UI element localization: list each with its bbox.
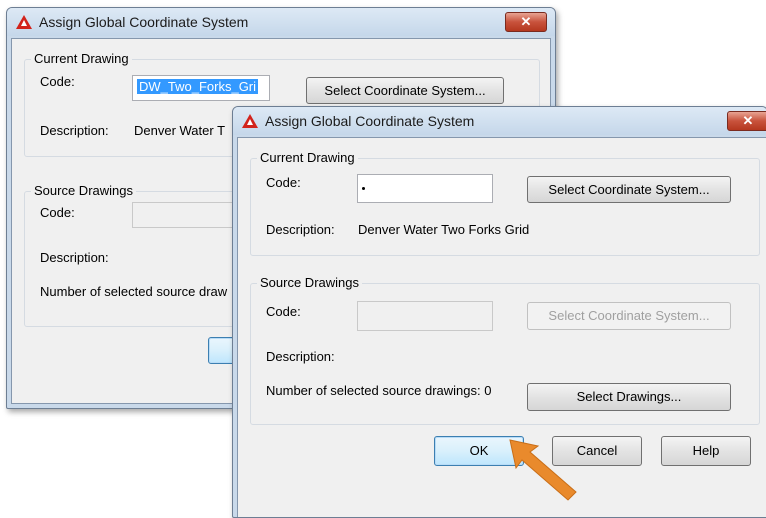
back-source-code-label: Code: [40,205,75,220]
back-select-coordinate-system-button[interactable]: Select Coordinate System... [306,77,504,104]
front-source-code-field[interactable] [357,301,493,331]
back-code-selected-text: DW_Two_Forks_Gri [137,79,259,94]
front-source-description-label: Description: [266,349,335,364]
callout-arrow-icon [509,439,577,501]
front-dialog-window: Assign Global Coordinate System ✕ Curren… [232,106,766,518]
back-description-value: Denver Water T [134,123,226,138]
front-description-value: Denver Water Two Forks Grid [358,222,530,237]
back-source-drawings-legend: Source Drawings [31,183,136,198]
front-source-count-label: Number of selected source drawings: 0 [266,383,492,398]
front-current-drawing-legend: Current Drawing [257,150,358,165]
front-dialog-titlebar[interactable]: Assign Global Coordinate System [233,107,766,135]
back-code-label: Code: [40,74,75,89]
back-description-label: Description: [40,123,109,138]
back-source-count-label: Number of selected source draw [40,284,228,299]
front-dialog-title: Assign Global Coordinate System [265,113,475,129]
autocad-logo-icon [16,15,32,29]
front-source-select-coordinate-system-button[interactable]: Select Coordinate System... [527,302,731,330]
back-current-drawing-legend: Current Drawing [31,51,132,66]
back-dialog-titlebar[interactable]: Assign Global Coordinate System [7,8,555,36]
front-select-coordinate-system-button[interactable]: Select Coordinate System... [527,176,731,203]
autocad-logo-icon [242,114,258,128]
select-drawings-button[interactable]: Select Drawings... [527,383,731,411]
back-dialog-close-button[interactable]: ✕ [505,12,547,32]
text-cursor-icon [362,187,365,190]
back-code-field[interactable]: DW_Two_Forks_Gri [132,75,270,101]
back-dialog-title: Assign Global Coordinate System [39,14,249,30]
back-source-description-label: Description: [40,250,109,265]
front-current-drawing-group: Current Drawing [250,150,760,256]
front-source-code-label: Code: [266,304,301,319]
front-dialog-close-button[interactable]: ✕ [727,111,766,131]
front-code-label: Code: [266,175,301,190]
front-description-label: Description: [266,222,335,237]
front-code-field[interactable] [357,174,493,203]
front-source-drawings-legend: Source Drawings [257,275,362,290]
help-button[interactable]: Help [661,436,751,466]
